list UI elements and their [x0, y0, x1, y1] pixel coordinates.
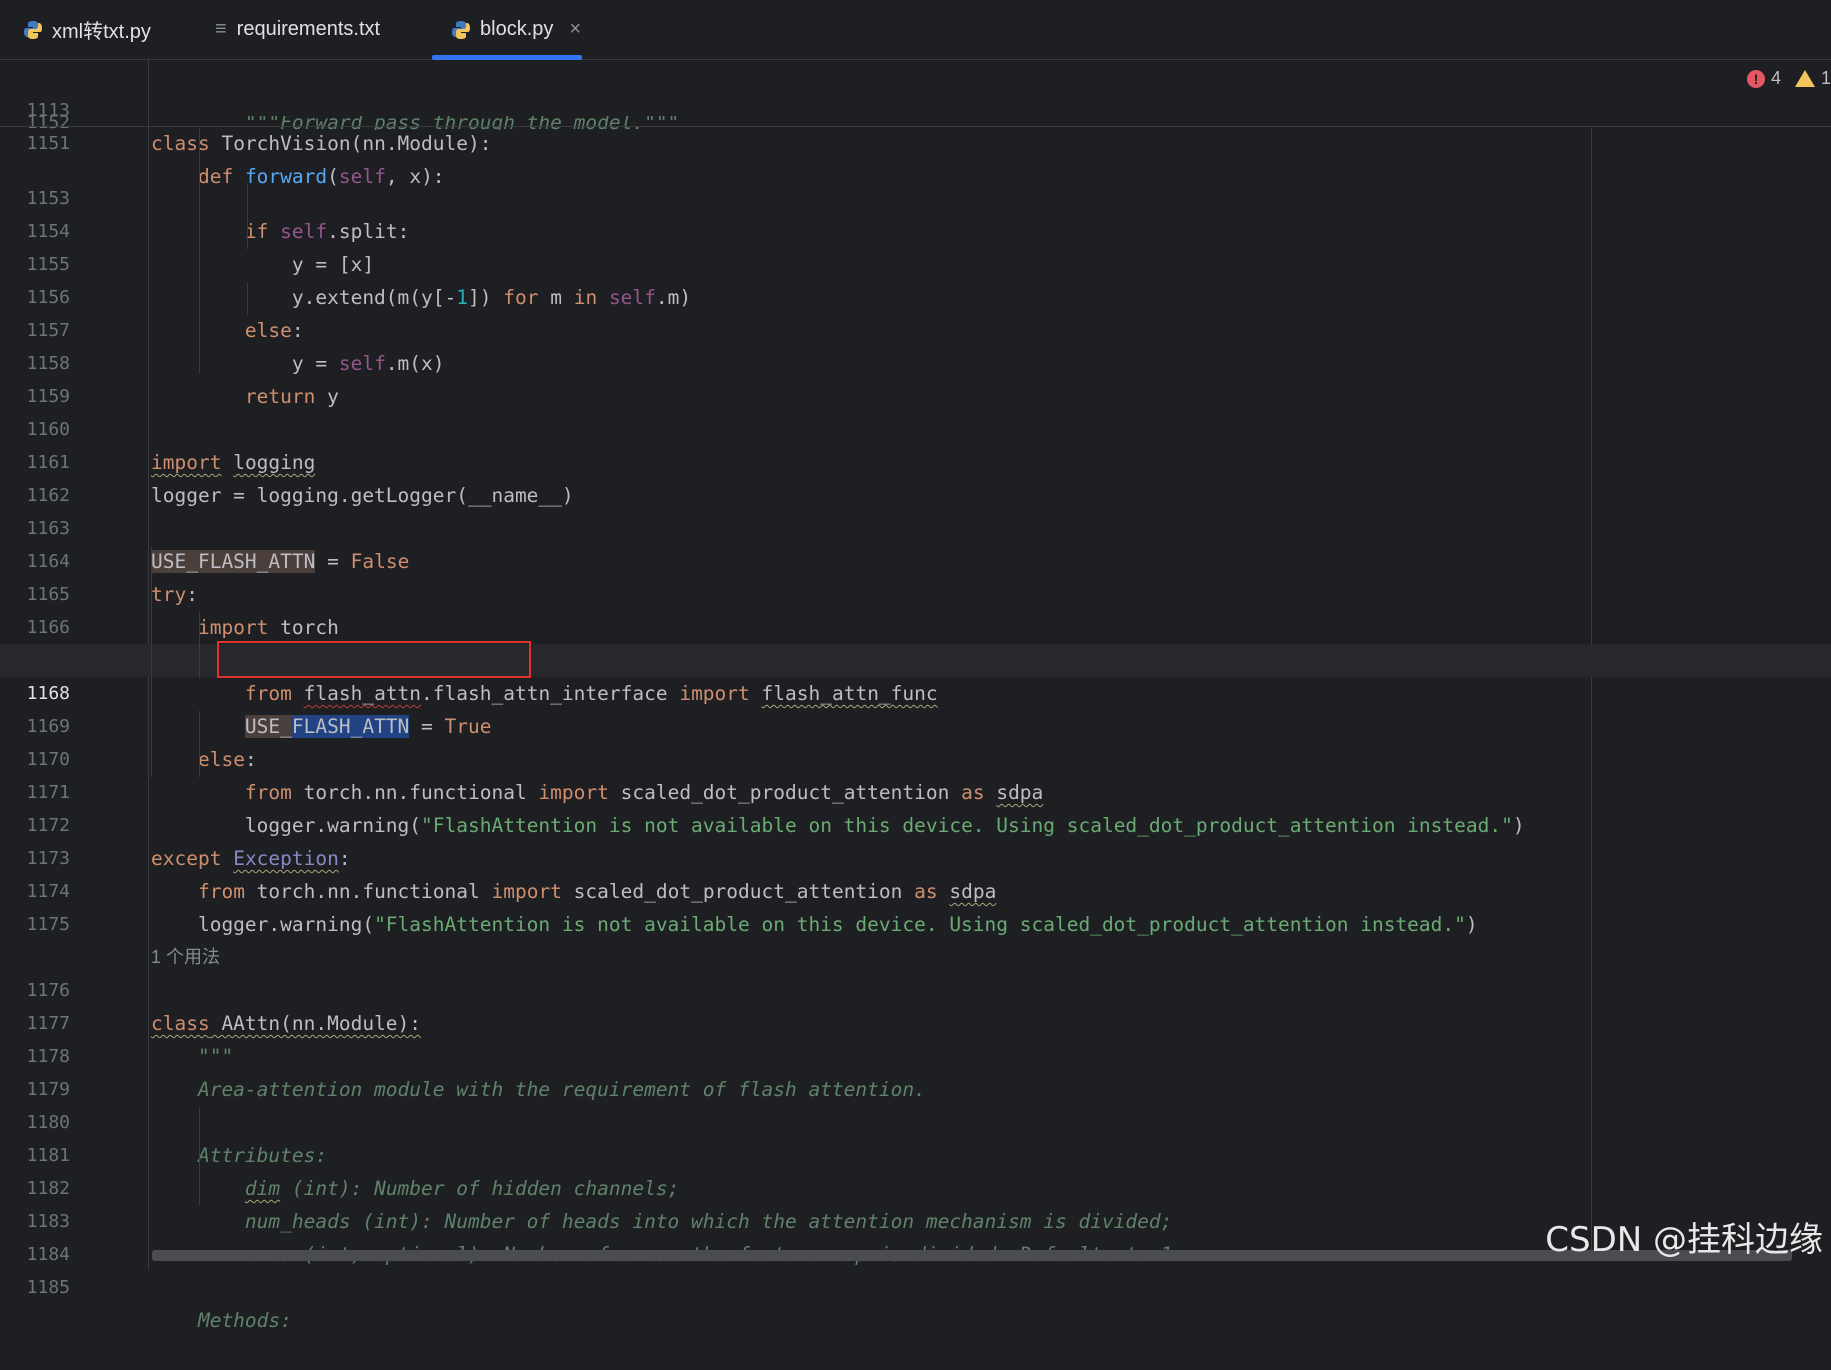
- usage-hint-line[interactable]: 1 个用法: [0, 908, 1831, 967]
- code-line[interactable]: 1157 y = self.m(x): [0, 281, 1831, 375]
- code-text: Methods:: [151, 1309, 292, 1332]
- code-line[interactable]: 1171 logger.warning("FlashAttention is n…: [0, 743, 1831, 837]
- code-line[interactable]: 1158 return y: [0, 314, 1831, 408]
- line-number: 1185: [26, 1277, 70, 1298]
- code-line[interactable]: 1170 from torch.nn.functional import sca…: [0, 710, 1831, 804]
- watermark: CSDN @挂科边缘: [1545, 1220, 1823, 1260]
- code-line[interactable]: 1161 logger = logging.getLogger(__name__…: [0, 413, 1831, 507]
- code-line[interactable]: 1175: [0, 875, 1831, 935]
- indent-guide: [247, 282, 248, 315]
- code-line[interactable]: 1167 from flash_attn.flash_attn_interfac…: [0, 611, 1831, 705]
- code-line[interactable]: 1174 logger.warning("FlashAttention is n…: [0, 842, 1831, 936]
- tab-xml-to-txt[interactable]: xml转txt.py: [22, 0, 151, 59]
- text-file-icon: ≡: [215, 18, 227, 40]
- indent-guide: [151, 546, 152, 777]
- indent-guide: [199, 1107, 200, 1206]
- code-text: """Forward pass through the model.""": [151, 116, 680, 130]
- tab-label: block.py: [480, 18, 554, 40]
- code-line[interactable]: 1165 import torch: [0, 545, 1831, 639]
- line-number: 1152: [26, 116, 70, 130]
- tab-requirements[interactable]: ≡ requirements.txt: [215, 0, 380, 59]
- close-icon[interactable]: ×: [569, 18, 581, 41]
- code-line[interactable]: 1169 else:: [0, 677, 1831, 771]
- tab-label: requirements.txt: [236, 18, 381, 40]
- annotation-highlight-box: [217, 641, 531, 678]
- active-tab-indicator: [432, 55, 582, 60]
- code-line[interactable]: 1159: [0, 347, 1831, 407]
- tab-block-py[interactable]: block.py ×: [432, 0, 582, 60]
- indent-guide: [199, 711, 200, 777]
- tab-label: xml转txt.py: [52, 21, 151, 43]
- editor-tab-bar: xml转txt.py ≡ requirements.txt block.py ×: [0, 0, 1831, 60]
- indent-guide: [199, 612, 200, 678]
- code-line[interactable]: 1179: [0, 1040, 1831, 1100]
- code-line[interactable]: 1183 area (int, optional): Number of are…: [0, 1172, 1831, 1266]
- code-line[interactable]: 1177 """: [0, 974, 1831, 1068]
- python-file-icon: [22, 19, 44, 41]
- code-line[interactable]: 1162: [0, 446, 1831, 506]
- code-line[interactable]: 1166 if torch.cuda.is_available() and to…: [0, 578, 1831, 672]
- code-line[interactable]: 1172 except Exception:: [0, 776, 1831, 870]
- code-line[interactable]: 1178 Area-attention module with the requ…: [0, 1007, 1831, 1101]
- code-line[interactable]: 1160 import logging: [0, 380, 1831, 474]
- code-line[interactable]: 1153 if self.split:: [0, 149, 1831, 243]
- code-line[interactable]: 1182 num_heads (int): Number of heads in…: [0, 1139, 1831, 1233]
- code-line[interactable]: 1163 USE_FLASH_ATTN = False: [0, 479, 1831, 573]
- sticky-line[interactable]: 1113 class TorchVision(nn.Module):: [0, 61, 1831, 155]
- sticky-header-divider: [0, 126, 1831, 127]
- indent-guide: [247, 183, 248, 249]
- code-line[interactable]: 1176 class AAttn(nn.Module):: [0, 941, 1831, 1035]
- code-line[interactable]: 1154 y = [x]: [0, 182, 1831, 276]
- python-file-icon: [450, 19, 472, 41]
- code-line[interactable]: 1181 dim (int): Number of hidden channel…: [0, 1106, 1831, 1200]
- code-line[interactable]: 1164 try:: [0, 512, 1831, 606]
- code-line[interactable]: 1156 else:: [0, 248, 1831, 342]
- code-line[interactable]: 1180 Attributes:: [0, 1073, 1831, 1167]
- code-line[interactable]: 1152 """Forward pass through the model."…: [0, 116, 1831, 130]
- indent-guide: [199, 128, 200, 374]
- code-line[interactable]: 1173 from torch.nn.functional import sca…: [0, 809, 1831, 903]
- code-line[interactable]: 1155 y.extend(m(y[-1]) for m in self.m): [0, 215, 1831, 309]
